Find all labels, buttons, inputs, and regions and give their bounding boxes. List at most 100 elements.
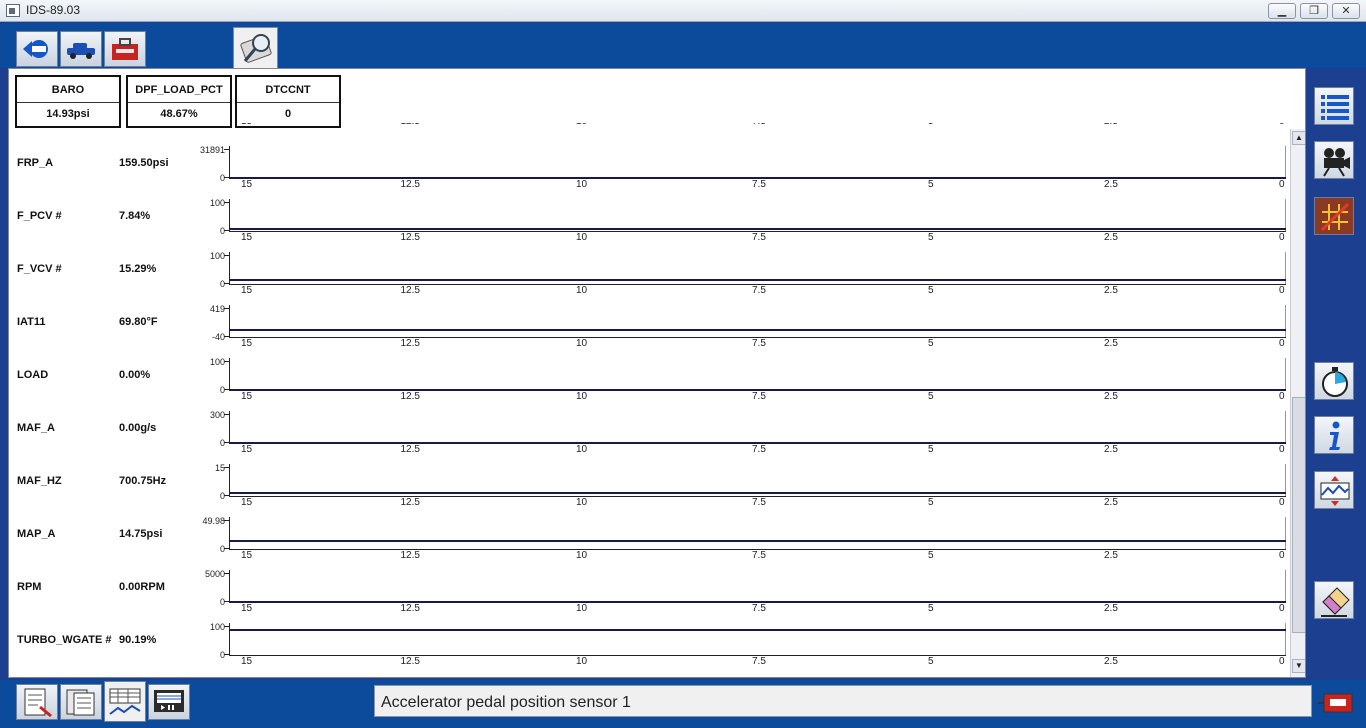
y-axis-max: 100 [209, 198, 225, 208]
timer-button[interactable] [1314, 362, 1354, 400]
restore-button[interactable]: ❐ [1300, 3, 1328, 19]
pid-value: 700.75Hz [119, 475, 167, 487]
scroll-thumb[interactable] [1292, 397, 1305, 633]
pid-value: 159.50psi [119, 157, 169, 169]
signal-trace [229, 227, 1286, 230]
y-axis-tick [224, 520, 229, 521]
pid-value: 0.00RPM [119, 581, 165, 593]
pid-value: 14.75psi [119, 528, 163, 540]
x-tick-label: 0 [1279, 656, 1285, 667]
vehicle-button[interactable] [60, 31, 102, 67]
pid-row[interactable]: LOAD 0.00% 100 0 15 12.5 10 7.5 5 2.5 0 [9, 348, 1289, 402]
y-axis-min: 0 [219, 385, 225, 395]
pid-value: 0.00g/s [119, 422, 157, 434]
y-axis-max: 49.98 [202, 516, 225, 526]
y-axis-min: 0 [219, 597, 225, 607]
report-button[interactable] [16, 684, 58, 720]
pid-row[interactable]: TURBO_WGATE # 90.19% 100 0 15 12.5 10 7.5 5 2.5 0 [9, 613, 1289, 667]
y-axis-tick [224, 414, 229, 415]
info-icon [1329, 421, 1340, 450]
data-panel: BARO 14.93psi DPF_LOAD_PCT 48.67% DTCCNT… [8, 68, 1306, 678]
graph-scale-button[interactable] [1314, 471, 1354, 509]
x-tick-label: 5 [928, 123, 934, 127]
x-tick-label: 0 [1279, 123, 1285, 127]
pid-name: TURBO_WGATE # [17, 634, 112, 646]
x-tick-label: 7.5 [752, 123, 766, 127]
minimize-button[interactable]: ▁ [1268, 3, 1296, 19]
pid-name: MAF_HZ [17, 475, 62, 487]
signal-trace [229, 628, 1286, 631]
pid-list-button[interactable] [1314, 87, 1354, 125]
y-axis-tick [224, 255, 229, 256]
toolbox-button[interactable] [104, 31, 146, 67]
title-bar: IDS-89.03 ▁ ❐ ✕ [0, 0, 1366, 22]
y-axis-max: 419 [209, 304, 225, 314]
y-axis [229, 358, 230, 391]
scroll-up-button[interactable]: ▲ [1292, 131, 1305, 145]
y-axis-tick [224, 202, 229, 203]
y-axis-min: -40 [211, 332, 225, 342]
back-button[interactable] [16, 31, 58, 67]
pid-graph-list[interactable]: FRP_A 159.50psi 31891 0 15 12.5 10 7.5 5 2.5 0 F_PC… [9, 129, 1289, 677]
datalogger-tab[interactable] [233, 27, 278, 69]
x-tick-label: 2.5 [1104, 123, 1118, 127]
info-button[interactable] [1314, 416, 1354, 454]
summary-label: DTCCNT [265, 84, 311, 96]
report-icon [24, 688, 52, 717]
vci-connection-icon [1318, 693, 1353, 713]
summary-box[interactable]: BARO 14.93psi [15, 75, 121, 128]
summary-box[interactable]: DTCCNT 0 [235, 75, 341, 128]
clear-button[interactable] [1314, 581, 1354, 619]
summary-label: DPF_LOAD_PCT [135, 84, 223, 96]
y-axis-min: 0 [219, 650, 225, 660]
summary-value: 0 [284, 108, 292, 120]
y-axis-min: 0 [219, 279, 225, 289]
x-tick-label: 12.5 [400, 656, 420, 667]
y-axis-tick [224, 573, 229, 574]
close-button[interactable]: ✕ [1332, 3, 1360, 19]
pid-name: IAT11 [17, 316, 46, 328]
y-axis-max: 31891 [199, 145, 225, 155]
signal-trace [229, 329, 1286, 332]
vertical-scrollbar[interactable]: ▲ ▼ [1290, 129, 1305, 677]
pid-name: RPM [17, 581, 42, 593]
pid-row[interactable]: RPM 0.00RPM 5000 0 15 12.5 10 7.5 5 2.5 0 [9, 560, 1289, 614]
graph-view-icon [109, 688, 141, 715]
y-axis [229, 570, 230, 603]
pid-name: MAF_A [17, 422, 55, 434]
vehicle-interface-button[interactable] [1318, 689, 1356, 717]
back-arrow-icon [23, 40, 48, 58]
pid-row[interactable]: F_PCV #7.84% 100 0 15 12.5 10 7.5 5 2.5 0 [9, 189, 1289, 243]
playback-button[interactable] [148, 684, 190, 720]
pid-row[interactable]: F_VCV #15.29% 100 0 15 12.5 10 7.5 5 2.5 0 [9, 242, 1289, 296]
x-tick-label: 10 [576, 656, 588, 667]
pid-row[interactable]: FRP_A 159.50psi 31891 0 15 12.5 10 7.5 5 2.5 0 [9, 136, 1289, 190]
y-axis-max: 5000 [204, 569, 225, 579]
y-axis-max: 300 [209, 410, 225, 420]
summary-box[interactable]: DPF_LOAD_PCT 48.67% [126, 75, 232, 128]
app-icon[interactable] [6, 4, 20, 17]
stopwatch-icon [1322, 367, 1348, 397]
pid-row[interactable]: MAF_A 0.00g/s 300 0 15 12.5 10 7.5 5 2.5 0 [9, 401, 1289, 455]
plot-border [1285, 146, 1286, 179]
pid-row[interactable]: MAF_HZ 700.75Hz 15 0 15 12.5 10 7.5 5 2.5 0 [9, 454, 1289, 508]
y-axis [229, 305, 230, 338]
x-tick-label: 5 [928, 656, 934, 667]
status-text: Accelerator pedal position sensor 1 [381, 694, 631, 711]
playback-icon [154, 690, 184, 712]
record-button[interactable] [1314, 141, 1354, 179]
y-axis-max: 15 [214, 463, 225, 473]
pid-row[interactable]: MAP_A 14.75psi 49.98 0 15 12.5 10 7.5 5 2.5 0 [9, 507, 1289, 561]
signal-trace [229, 492, 1286, 495]
pid-select-button[interactable] [60, 684, 102, 720]
grid-toggle-button[interactable] [1314, 197, 1354, 235]
y-axis-max: 100 [209, 622, 225, 632]
y-axis-min: 0 [219, 226, 225, 236]
y-axis-tick [224, 467, 229, 468]
graph-view-button[interactable] [104, 681, 146, 722]
pid-value: 7.84% [119, 210, 151, 222]
scroll-down-button[interactable]: ▼ [1292, 659, 1305, 673]
pid-row[interactable]: IAT11 69.80°F 419 -40 15 12.5 10 7.5 5 2.5 0 [9, 295, 1289, 349]
toolbox-icon [112, 38, 138, 60]
vehicle-icon [67, 43, 95, 59]
